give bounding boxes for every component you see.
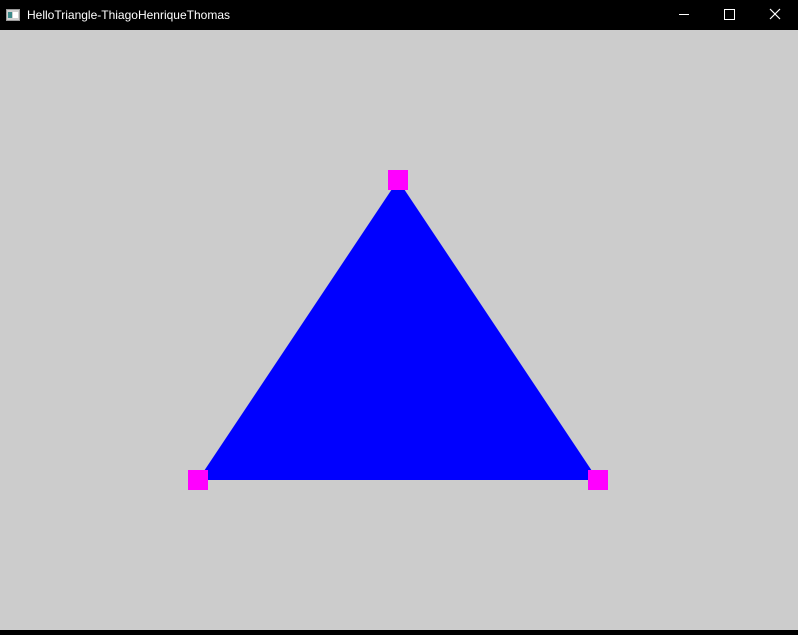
scene-canvas — [0, 30, 798, 630]
render-viewport[interactable] — [0, 30, 798, 630]
close-button[interactable] — [752, 0, 798, 30]
vertex-marker-3 — [588, 470, 608, 490]
window-title: HelloTriangle-ThiagoHenriqueThomas — [27, 8, 230, 22]
vertex-marker-2 — [188, 470, 208, 490]
minimize-icon — [679, 14, 689, 15]
maximize-icon — [724, 9, 735, 20]
app-window-icon — [6, 8, 20, 21]
close-icon — [769, 8, 781, 20]
maximize-button[interactable] — [706, 0, 752, 30]
vertex-marker-1 — [388, 170, 408, 190]
title-bar[interactable]: HelloTriangle-ThiagoHenriqueThomas — [0, 0, 798, 30]
minimize-button[interactable] — [661, 0, 707, 30]
application-window: HelloTriangle-ThiagoHenriqueThomas — [0, 0, 798, 631]
